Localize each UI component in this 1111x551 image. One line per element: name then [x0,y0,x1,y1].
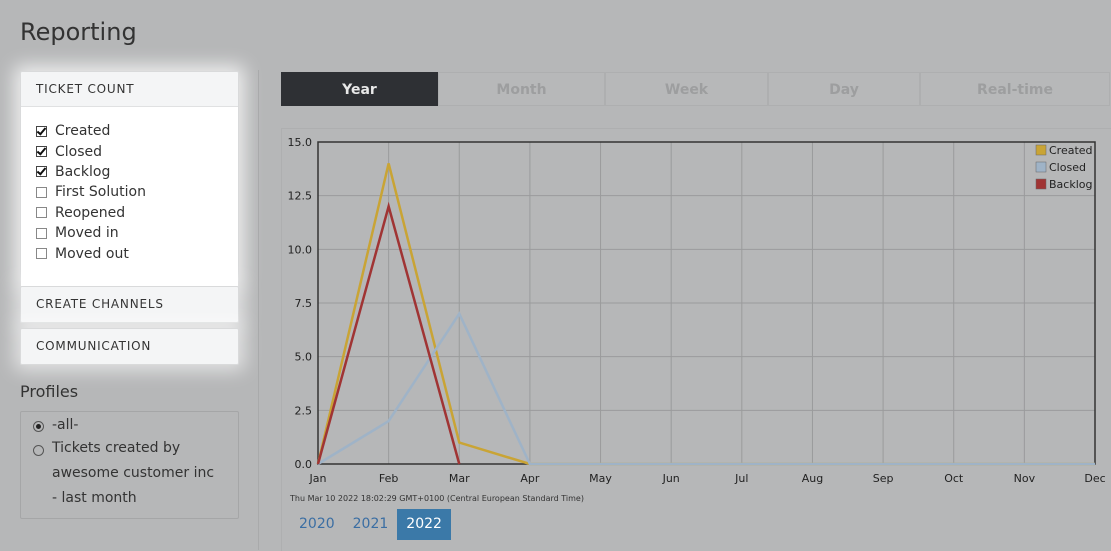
communication-header[interactable]: COMMUNICATION [21,329,238,363]
ticket-count-options: Created Closed Backlog First Solution Reopen… [21,107,238,293]
panel-divider [258,70,259,550]
tab-month[interactable]: Month [438,72,605,106]
create-channels-header[interactable]: CREATE CHANNELS [21,287,238,321]
legend-label: Closed [1049,161,1086,174]
x-tick-label: May [589,472,612,485]
x-tick-label: Feb [379,472,398,485]
checkbox-unchecked-icon[interactable] [36,227,47,239]
y-tick-label: 0.0 [295,458,313,471]
tab-real-time[interactable]: Real-time [920,72,1110,106]
y-tick-label: 15.0 [288,136,313,149]
radio-selected-icon[interactable] [33,421,44,432]
checkbox-unchecked-icon[interactable] [36,207,47,219]
checkbox-unchecked-icon[interactable] [36,248,47,260]
x-tick-label: Jan [309,472,327,485]
ticket-count-option-label: Created [55,123,111,140]
x-tick-label: Sep [873,472,894,485]
ticket-count-option-label: First Solution [55,184,146,201]
tab-day[interactable]: Day [768,72,920,106]
tab-week[interactable]: Week [605,72,768,106]
year-2021[interactable]: 2021 [344,509,398,540]
tab-year[interactable]: Year [281,72,438,106]
x-tick-label: Aug [802,472,823,485]
ticket-count-option[interactable]: First Solution [21,182,238,202]
profile-option-all[interactable]: -all- [33,417,78,433]
x-tick-label: Dec [1084,472,1105,485]
ticket-count-option-label: Backlog [55,163,111,180]
profile-option-label: -all- [52,417,79,433]
profiles-box: -all- Tickets created by awesome custome… [20,411,239,519]
checkbox-checked-icon[interactable] [36,146,47,158]
y-tick-label: 5.0 [295,351,313,364]
profile-option-label: Tickets created by awesome customer inc … [52,440,215,506]
x-tick-label: Apr [520,472,540,485]
x-tick-label: Jul [734,472,748,485]
ticket-count-option-label: Moved out [55,245,129,262]
legend-label: Backlog [1049,178,1092,191]
ticket-count-panel: TICKET COUNT Created Closed Backlog First S… [20,71,239,293]
x-tick-label: Mar [449,472,470,485]
line-chart: 0.0 2.5 5.0 7.5 10.0 12.5 15.0 Jan Feb Mar Apr May J… [288,136,1106,485]
ticket-count-option[interactable]: Backlog [21,162,238,182]
create-channels-panel[interactable]: CREATE CHANNELS [20,286,239,323]
legend-label: Created [1049,144,1093,157]
profile-option-awesome-customer[interactable]: Tickets created by awesome customer inc … [33,440,223,511]
ticket-count-option-label: Moved in [55,225,119,242]
ticket-count-option[interactable]: Closed [21,141,238,161]
ticket-count-header[interactable]: TICKET COUNT [21,72,238,107]
year-2022[interactable]: 2022 [397,509,451,540]
y-tick-label: 2.5 [295,404,313,417]
legend-swatch [1035,178,1047,190]
x-tick-label: Oct [944,472,964,485]
profiles-title: Profiles [20,382,79,401]
ticket-count-option[interactable]: Moved in [21,223,238,243]
checkbox-checked-icon[interactable] [36,166,47,178]
y-tick-label: 7.5 [295,297,313,310]
y-tick-label: 10.0 [288,243,313,256]
ticket-count-option[interactable]: Reopened [21,203,238,223]
period-tabs: Year Month Week Day Real-time [281,72,1110,106]
x-tick-label: Nov [1014,472,1036,485]
ticket-count-option-label: Reopened [55,204,126,221]
chart-timestamp: Thu Mar 10 2022 18:02:29 GMT+0100 (Centr… [290,494,584,503]
series-line-created [316,163,1095,466]
page-title: Reporting [20,18,137,46]
ticket-count-option[interactable]: Moved out [21,243,238,263]
year-selector: 2020 2021 2022 [290,509,451,540]
legend-swatch [1035,144,1047,156]
legend-swatch [1035,161,1047,173]
communication-panel[interactable]: COMMUNICATION [20,328,239,365]
ticket-count-option-label: Closed [55,143,103,160]
y-tick-label: 12.5 [288,190,313,203]
series-line-closed [317,311,1095,466]
year-2020[interactable]: 2020 [290,509,344,540]
x-tick-label: Jun [662,472,680,485]
radio-unselected-icon[interactable] [33,445,44,456]
ticket-count-option[interactable]: Created [21,121,238,141]
checkbox-checked-icon[interactable] [36,125,47,137]
checkbox-unchecked-icon[interactable] [36,186,47,198]
